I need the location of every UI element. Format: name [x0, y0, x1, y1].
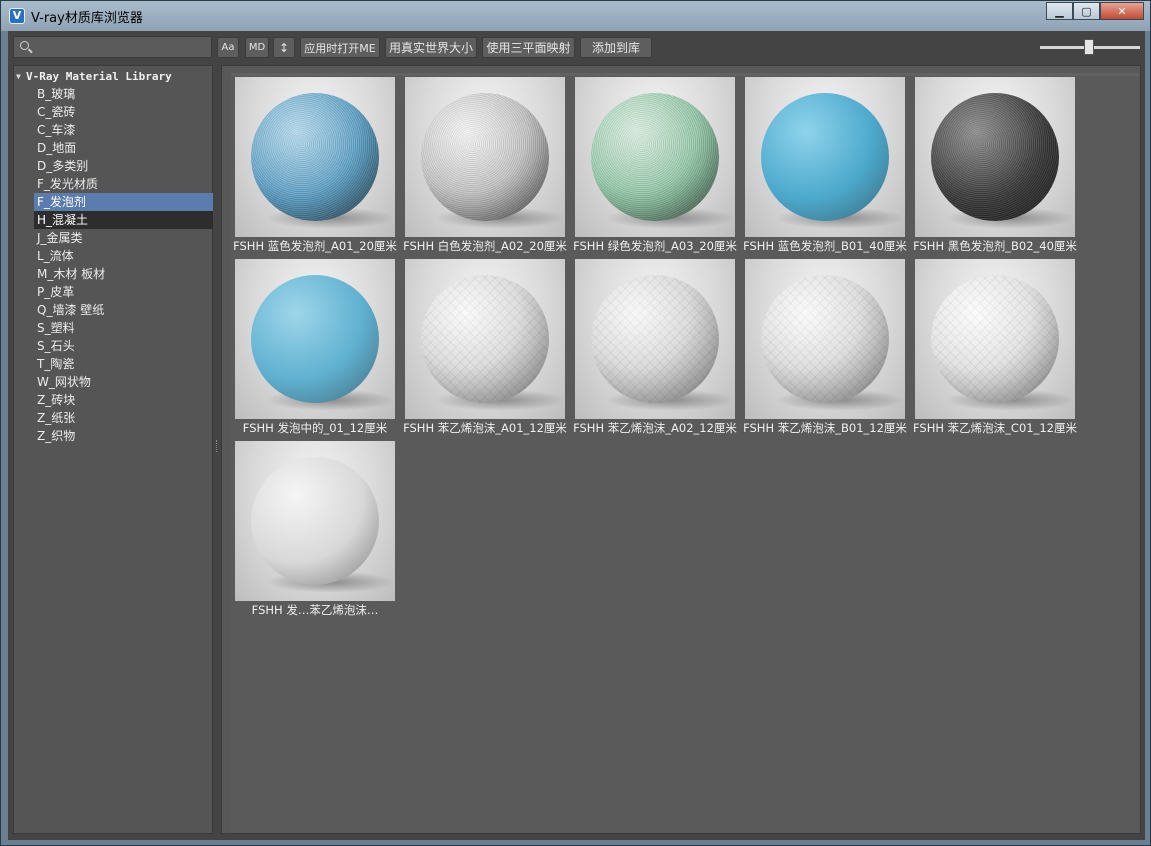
tree-item[interactable]: F_发泡剂: [34, 193, 213, 211]
sort-button[interactable]: ↕: [273, 37, 295, 58]
material-tile[interactable]: FSHH 发…苯乙烯泡沫…: [235, 441, 395, 619]
search-box[interactable]: [13, 36, 212, 58]
tree-item[interactable]: H_混凝土: [34, 211, 213, 229]
material-thumbnail[interactable]: [235, 259, 395, 419]
material-name: FSHH 苯乙烯泡沫_A01_12厘米: [403, 421, 567, 435]
tree-item[interactable]: C_车漆: [34, 121, 213, 139]
tree-item[interactable]: P_皮革: [34, 283, 213, 301]
material-name: FSHH 绿色发泡剂_A03_20厘米: [573, 239, 737, 253]
material-sphere: [761, 275, 889, 403]
material-sphere: [591, 275, 719, 403]
material-sphere: [931, 275, 1059, 403]
match-case-button[interactable]: Aa: [217, 37, 239, 58]
material-thumbnail[interactable]: [405, 259, 565, 419]
material-name: FSHH 蓝色发泡剂_A01_20厘米: [233, 239, 397, 253]
tree-item[interactable]: S_石头: [34, 337, 213, 355]
library-tree: ▼ V-Ray Material Library B_玻璃 C_瓷砖 C_车漆 D_地…: [13, 65, 213, 834]
tree-item[interactable]: B_玻璃: [34, 85, 213, 103]
material-thumbnail[interactable]: [235, 77, 395, 237]
tree-item[interactable]: J_金属类: [34, 229, 213, 247]
material-name: FSHH 发泡中的_01_12厘米: [242, 421, 388, 435]
material-name: FSHH 苯乙烯泡沫_B01_12厘米: [743, 421, 907, 435]
window-title: V-ray材质库浏览器: [31, 11, 143, 26]
search-icon: [20, 41, 29, 50]
tree-item[interactable]: D_地面: [34, 139, 213, 157]
pane-splitter[interactable]: [215, 65, 219, 834]
tree-item[interactable]: T_陶瓷: [34, 355, 213, 373]
material-sphere: [591, 93, 719, 221]
material-tile[interactable]: FSHH 苯乙烯泡沫_A01_12厘米: [403, 259, 567, 437]
material-thumbnail[interactable]: [915, 77, 1075, 237]
grid-top-strip: [231, 73, 1139, 76]
material-tile[interactable]: FSHH 发泡中的_01_12厘米: [235, 259, 395, 437]
tree-item[interactable]: F_发光材质: [34, 175, 213, 193]
toolbar: Aa MD ↕ 应用时打开ME 用真实世界大小 使用三平面映射 添加到库: [8, 31, 1145, 63]
material-sphere: [251, 93, 379, 221]
material-thumbnail[interactable]: [745, 259, 905, 419]
material-name: FSHH 苯乙烯泡沫_C01_12厘米: [913, 421, 1077, 435]
slider-thumb[interactable]: [1084, 39, 1094, 55]
client-area: Aa MD ↕ 应用时打开ME 用真实世界大小 使用三平面映射 添加到库 ▼ V…: [8, 31, 1145, 840]
tree-item[interactable]: C_瓷砖: [34, 103, 213, 121]
tree-item[interactable]: Z_砖块: [34, 391, 213, 409]
material-tile[interactable]: FSHH 苯乙烯泡沫_C01_12厘米: [913, 259, 1077, 437]
material-sphere: [931, 93, 1059, 221]
real-world-size-button[interactable]: 用真实世界大小: [385, 37, 477, 58]
vray-app-icon: V: [9, 8, 25, 24]
tree-item[interactable]: Z_织物: [34, 427, 213, 445]
material-tile[interactable]: FSHH 苯乙烯泡沫_B01_12厘米: [743, 259, 907, 437]
expand-arrow-icon[interactable]: ▼: [16, 72, 26, 81]
material-name: FSHH 白色发泡剂_A02_20厘米: [403, 239, 567, 253]
tree-item[interactable]: S_塑料: [34, 319, 213, 337]
material-tile[interactable]: FSHH 苯乙烯泡沫_A02_12厘米: [573, 259, 737, 437]
tree-item[interactable]: Z_纸张: [34, 409, 213, 427]
minimize-button[interactable]: ▁: [1046, 2, 1073, 20]
tree-item[interactable]: W_网状物: [34, 373, 213, 391]
add-to-library-button[interactable]: 添加到库: [580, 37, 652, 58]
material-tile[interactable]: FSHH 蓝色发泡剂_B01_40厘米: [743, 77, 907, 255]
open-me-on-apply-button[interactable]: 应用时打开ME: [300, 37, 380, 58]
material-thumbnail[interactable]: [745, 77, 905, 237]
app-window: V V-ray材质库浏览器 ▁ ▢ ✕ Aa MD ↕ 应用时打开ME 用真实世…: [0, 0, 1151, 846]
material-name: FSHH 蓝色发泡剂_B01_40厘米: [743, 239, 907, 253]
material-thumbnail[interactable]: [405, 77, 565, 237]
material-sphere: [251, 457, 379, 585]
tree-root[interactable]: ▼ V-Ray Material Library: [16, 68, 172, 84]
material-tile[interactable]: FSHH 黑色发泡剂_B02_40厘米: [913, 77, 1077, 255]
material-sphere: [251, 275, 379, 403]
material-sphere: [421, 275, 549, 403]
material-thumbnail[interactable]: [235, 441, 395, 601]
tree-item[interactable]: D_多类别: [34, 157, 213, 175]
material-sphere: [761, 93, 889, 221]
material-name: FSHH 黑色发泡剂_B02_40厘米: [913, 239, 1077, 253]
tree-item[interactable]: Q_墙漆 壁纸: [34, 301, 213, 319]
material-grid: FSHH 蓝色发泡剂_A01_20厘米 FSHH 白色发泡剂_A02_20厘米 FS…: [231, 73, 1139, 833]
search-input[interactable]: [34, 38, 209, 56]
title-bar[interactable]: V V-ray材质库浏览器 ▁ ▢ ✕: [1, 1, 1150, 31]
tree-item[interactable]: M_木材 板材: [34, 265, 213, 283]
material-name: FSHH 苯乙烯泡沫_A02_12厘米: [573, 421, 737, 435]
bottom-bar: [8, 834, 1145, 840]
md-button[interactable]: MD: [245, 37, 269, 58]
thumbnail-size-slider[interactable]: [1040, 39, 1140, 55]
material-tile[interactable]: FSHH 绿色发泡剂_A03_20厘米: [573, 77, 737, 255]
material-thumbnail[interactable]: [575, 77, 735, 237]
material-thumbnail[interactable]: [915, 259, 1075, 419]
tree-root-label: V-Ray Material Library: [26, 69, 172, 83]
material-name: FSHH 发…苯乙烯泡沫…: [251, 603, 379, 617]
splitter-grip-icon[interactable]: [216, 440, 218, 452]
material-thumbnail[interactable]: [575, 259, 735, 419]
triplanar-mapping-button[interactable]: 使用三平面映射: [482, 37, 575, 58]
window-controls: ▁ ▢ ✕: [1046, 2, 1144, 20]
material-tile[interactable]: FSHH 白色发泡剂_A02_20厘米: [403, 77, 567, 255]
tree-item[interactable]: L_流体: [34, 247, 213, 265]
material-tile[interactable]: FSHH 蓝色发泡剂_A01_20厘米: [233, 77, 397, 255]
close-button[interactable]: ✕: [1100, 2, 1144, 20]
material-sphere: [421, 93, 549, 221]
material-grid-pane: FSHH 蓝色发泡剂_A01_20厘米 FSHH 白色发泡剂_A02_20厘米 FS…: [221, 65, 1141, 834]
maximize-button[interactable]: ▢: [1073, 2, 1100, 20]
